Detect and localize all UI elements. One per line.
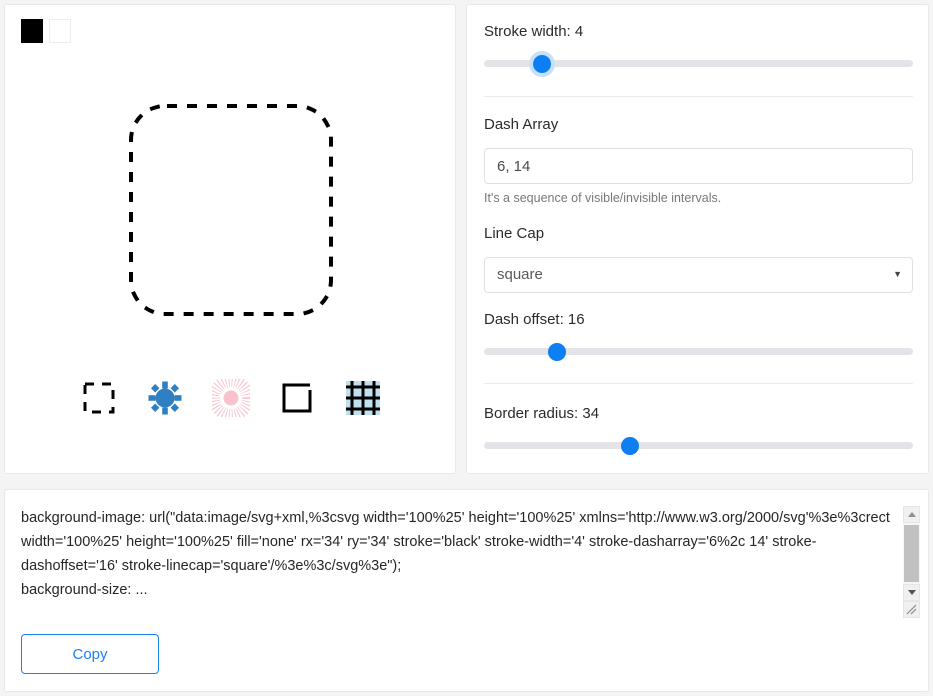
line-cap-label: Line Cap <box>484 225 545 242</box>
output-card: background-image: url("data:image/svg+xm… <box>4 489 929 692</box>
border-radius-slider-track <box>484 442 913 449</box>
white-swatch[interactable] <box>49 19 71 43</box>
stroke-width-label: Stroke width: 4 <box>484 23 584 40</box>
dash-array-label: Dash Array <box>484 116 559 133</box>
grid-pattern-icon <box>345 380 381 421</box>
resize-grip[interactable] <box>903 601 920 618</box>
line-cap-select[interactable]: square ▼ <box>484 257 913 293</box>
scroll-down-button[interactable] <box>903 584 920 601</box>
color-swatch-row <box>21 19 71 43</box>
dash-array-input[interactable] <box>484 148 913 184</box>
stroke-width-slider[interactable] <box>484 55 913 73</box>
controls-card: Stroke width: 4 Dash Array It's a sequen… <box>466 4 929 474</box>
starburst-icon <box>208 374 254 422</box>
preset-icon-row <box>5 374 457 423</box>
resize-grip-icon <box>906 604 917 615</box>
preset-gear[interactable] <box>143 377 187 423</box>
triangle-up-icon <box>907 512 916 517</box>
border-radius-control: Border radius: 34 <box>484 405 913 455</box>
line-cap-select-value: square <box>484 257 913 293</box>
preset-grid-pattern[interactable] <box>341 377 385 423</box>
stroke-width-slider-thumb[interactable] <box>532 55 551 73</box>
divider-2 <box>484 383 913 384</box>
chevron-down-icon: ▼ <box>893 269 902 279</box>
border-radius-slider[interactable] <box>484 437 913 455</box>
shape-preview-area <box>5 65 457 355</box>
dash-offset-slider[interactable] <box>484 343 913 361</box>
preset-plain-square[interactable] <box>275 377 319 423</box>
dash-offset-slider-thumb[interactable] <box>547 343 566 361</box>
dashed-square-icon <box>82 381 116 420</box>
output-scrollbar[interactable] <box>903 506 920 618</box>
preview-card <box>4 4 456 474</box>
dash-offset-control: Dash offset: 16 <box>484 311 913 361</box>
dash-array-help: It's a sequence of visible/invisible int… <box>484 191 722 205</box>
border-radius-label: Border radius: 34 <box>484 405 600 422</box>
copy-button[interactable]: Copy <box>21 634 159 674</box>
dashed-shape-preview <box>129 104 333 316</box>
dash-array-control: Dash Array It's a sequence of visible/in… <box>484 116 913 205</box>
preset-dashed-square[interactable] <box>77 377 121 423</box>
preset-starburst[interactable] <box>208 374 254 423</box>
css-output-textarea[interactable]: background-image: url("data:image/svg+xm… <box>21 506 914 618</box>
black-swatch[interactable] <box>21 19 43 43</box>
triangle-down-icon <box>907 590 916 595</box>
page-root: Stroke width: 4 Dash Array It's a sequen… <box>0 0 933 696</box>
divider-1 <box>484 96 913 97</box>
scrollbar-thumb[interactable] <box>904 525 919 582</box>
dash-offset-label: Dash offset: 16 <box>484 311 585 328</box>
border-radius-slider-thumb[interactable] <box>620 437 639 455</box>
gear-icon <box>147 380 183 421</box>
line-cap-control: Line Cap square ▼ <box>484 225 913 293</box>
stroke-width-control: Stroke width: 4 <box>484 23 913 73</box>
scroll-up-button[interactable] <box>903 506 920 523</box>
square-outline-icon <box>281 382 313 419</box>
